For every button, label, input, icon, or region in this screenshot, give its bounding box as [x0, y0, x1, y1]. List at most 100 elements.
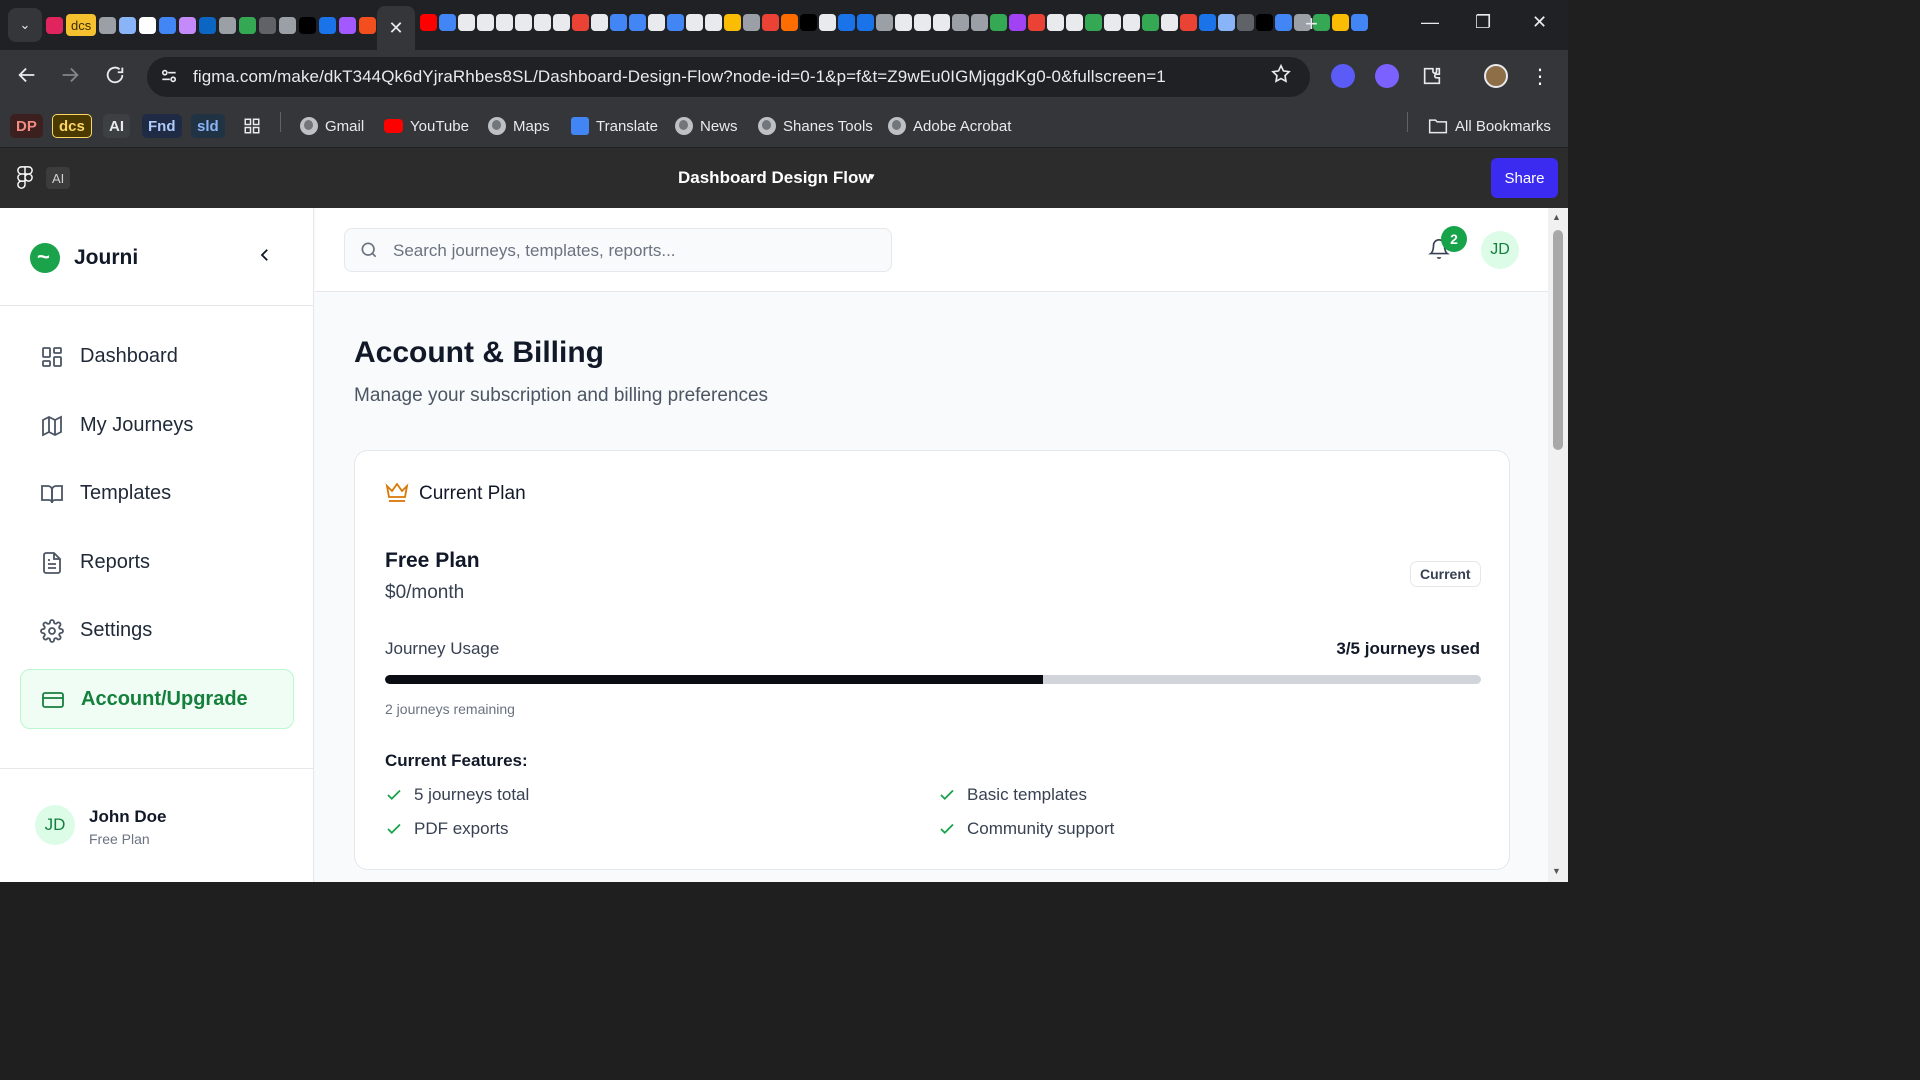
- tab-favicon-icon[interactable]: [1351, 14, 1368, 31]
- new-tab-button[interactable]: +: [1305, 12, 1318, 36]
- bookmark-adobe-acrobat[interactable]: Adobe Acrobat: [888, 114, 1011, 138]
- tab-favicon-icon[interactable]: [591, 14, 608, 31]
- search-box[interactable]: [344, 228, 892, 272]
- extension-ai-icon[interactable]: [1375, 64, 1399, 88]
- tab-favicon-icon[interactable]: [239, 16, 257, 34]
- scrollbar-thumb[interactable]: [1553, 230, 1563, 450]
- tab-favicon-icon[interactable]: [515, 14, 532, 31]
- bookmark-translate[interactable]: Translate: [571, 114, 658, 138]
- tab-favicon-icon[interactable]: [876, 14, 893, 31]
- profile-avatar[interactable]: [1484, 64, 1508, 88]
- tab-favicon-icon[interactable]: [952, 14, 969, 31]
- tab-favicon-icon[interactable]: [359, 16, 377, 34]
- tab-dcs[interactable]: dcs: [66, 14, 97, 36]
- tab-favicon-icon[interactable]: [439, 14, 456, 31]
- tab-favicon-icon[interactable]: [971, 14, 988, 31]
- tab-favicon-icon[interactable]: [914, 14, 931, 31]
- apps-grid-icon[interactable]: [243, 114, 261, 138]
- bookmark-star-icon[interactable]: [1270, 63, 1292, 91]
- tab-favicon-icon[interactable]: [1161, 14, 1178, 31]
- back-icon[interactable]: [16, 64, 38, 91]
- tab-favicon-icon[interactable]: [299, 16, 317, 34]
- tab-favicon-icon[interactable]: [199, 16, 217, 34]
- tab-favicon-icon[interactable]: [1066, 14, 1083, 31]
- tab-favicon-icon[interactable]: [1199, 14, 1216, 31]
- address-bar[interactable]: figma.com/make/dkT344Qk6dYjraRhbes8SL/Da…: [147, 57, 1310, 97]
- bookmark-chip-sld[interactable]: sld: [191, 114, 225, 138]
- sidebar-item-dashboard[interactable]: Dashboard: [20, 327, 294, 387]
- tab-favicon-icon[interactable]: [1104, 14, 1121, 31]
- tab-favicon-icon[interactable]: [705, 14, 722, 31]
- tab-favicon-icon[interactable]: [1218, 14, 1235, 31]
- tab-favicon-icon[interactable]: [933, 14, 950, 31]
- tab-favicon-icon[interactable]: [1180, 14, 1197, 31]
- bookmark-chip-ai[interactable]: AI: [103, 114, 130, 138]
- forward-icon[interactable]: [59, 64, 81, 91]
- tab-favicon-icon[interactable]: [219, 16, 237, 34]
- tab-favicon-icon[interactable]: [857, 14, 874, 31]
- tab-favicon-icon[interactable]: [838, 14, 855, 31]
- tab-favicon-icon[interactable]: [496, 14, 513, 31]
- bookmark-chip-dp[interactable]: DP: [10, 114, 43, 138]
- bookmark-shanes-tools[interactable]: Shanes Tools: [758, 114, 873, 138]
- tab-favicon-icon[interactable]: [1142, 14, 1159, 31]
- bookmark-gmail[interactable]: Gmail: [300, 114, 364, 138]
- close-tab-icon[interactable]: ✕: [388, 18, 403, 39]
- tab-favicon-icon[interactable]: [762, 14, 779, 31]
- reload-icon[interactable]: [104, 64, 126, 91]
- tab-favicon-icon[interactable]: [1256, 14, 1273, 31]
- restore-window-icon[interactable]: ❐: [1475, 12, 1491, 33]
- tab-favicon-icon[interactable]: [1009, 14, 1026, 31]
- sidebar-item-account-upgrade[interactable]: Account/Upgrade: [20, 669, 294, 729]
- browser-menu-icon[interactable]: ⋮: [1528, 64, 1552, 88]
- tab-favicon-icon[interactable]: [990, 14, 1007, 31]
- tab-favicon-icon[interactable]: [572, 14, 589, 31]
- scroll-up-icon[interactable]: ▲: [1552, 212, 1561, 222]
- bookmark-youtube[interactable]: YouTube: [384, 114, 469, 138]
- tab-favicon-icon[interactable]: [179, 16, 197, 34]
- tab-favicon-icon[interactable]: [686, 14, 703, 31]
- chevron-down-icon[interactable]: ▾: [869, 170, 875, 183]
- tab-favicon-icon[interactable]: [1275, 14, 1292, 31]
- tab-favicon-icon[interactable]: [610, 14, 627, 31]
- site-settings-icon[interactable]: [159, 66, 181, 88]
- tab-favicon-icon[interactable]: [648, 14, 665, 31]
- tab-favicon-icon[interactable]: [159, 16, 177, 34]
- scroll-down-icon[interactable]: ▼: [1552, 866, 1561, 876]
- tab-favicon-icon[interactable]: [781, 14, 798, 31]
- avatar[interactable]: JD: [1481, 231, 1519, 269]
- tab-favicon-icon[interactable]: [319, 16, 337, 34]
- tab-favicon-icon[interactable]: [895, 14, 912, 31]
- tab-favicon-icon[interactable]: [553, 14, 570, 31]
- tab-favicon-icon[interactable]: [819, 14, 836, 31]
- all-bookmarks[interactable]: All Bookmarks: [1428, 114, 1551, 138]
- tab-favicon-icon[interactable]: [1123, 14, 1140, 31]
- tab-favicon-icon[interactable]: [800, 14, 817, 31]
- extensions-puzzle-icon[interactable]: [1420, 64, 1444, 88]
- search-input[interactable]: [393, 239, 873, 263]
- tab-favicon-icon[interactable]: [724, 14, 741, 31]
- page-scrollbar[interactable]: ▲ ▼: [1548, 208, 1568, 882]
- tab-favicon-icon[interactable]: [339, 16, 357, 34]
- minimize-window-icon[interactable]: —: [1421, 12, 1439, 33]
- url-text[interactable]: figma.com/make/dkT344Qk6dYjraRhbes8SL/Da…: [193, 67, 1166, 87]
- sidebar-item-templates[interactable]: Templates: [20, 464, 294, 524]
- bookmark-chip-fnd[interactable]: Fnd: [142, 114, 182, 138]
- tab-favicon-icon[interactable]: [629, 14, 646, 31]
- share-button[interactable]: Share: [1491, 158, 1558, 198]
- extension-discord-icon[interactable]: [1331, 64, 1355, 88]
- tab-favicon-icon[interactable]: [1332, 14, 1349, 31]
- tab-list-button[interactable]: ⌄: [8, 8, 42, 42]
- collapse-sidebar-icon[interactable]: [256, 246, 274, 270]
- tab-favicon-icon[interactable]: [1047, 14, 1064, 31]
- bookmark-news[interactable]: News: [675, 114, 738, 138]
- tab-favicon-icon[interactable]: [667, 14, 684, 31]
- tab-favicon-icon[interactable]: [743, 14, 760, 31]
- tab-favicon-icon[interactable]: [1237, 14, 1254, 31]
- sidebar-item-my-journeys[interactable]: My Journeys: [20, 396, 294, 456]
- close-window-icon[interactable]: ✕: [1532, 12, 1547, 33]
- tab-favicon-icon[interactable]: [1085, 14, 1102, 31]
- tab-favicon-icon[interactable]: [46, 16, 63, 34]
- sidebar-item-reports[interactable]: Reports: [20, 533, 294, 593]
- tab-favicon-icon[interactable]: [259, 16, 277, 34]
